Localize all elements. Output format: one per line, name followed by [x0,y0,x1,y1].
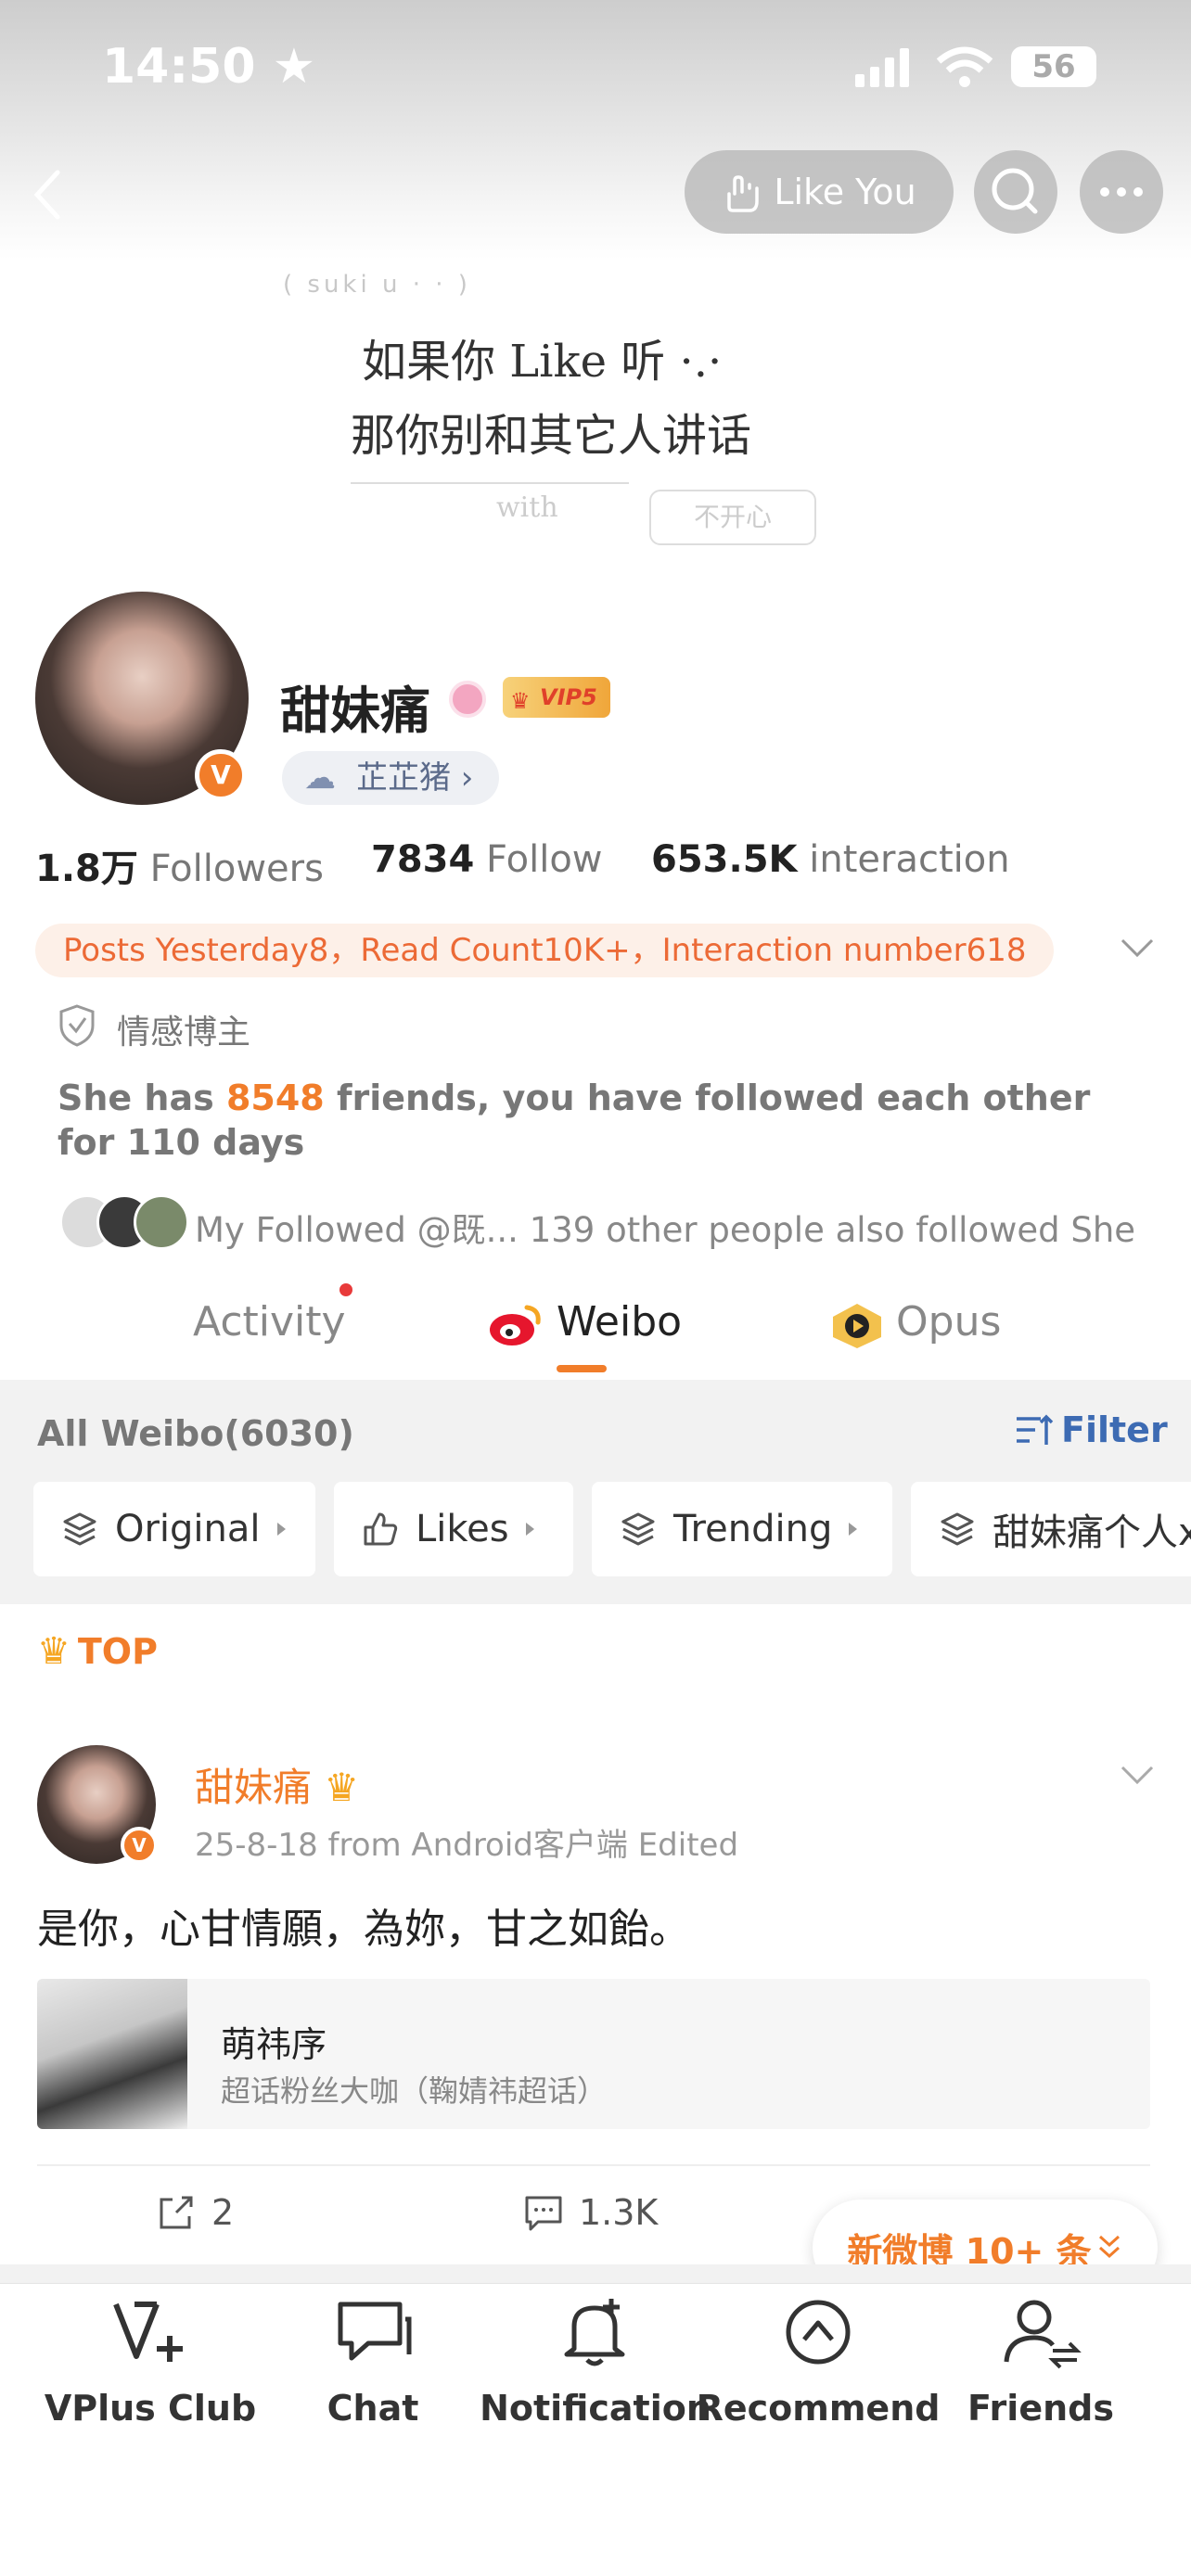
chip-personal[interactable]: 甜妹痛个人x [911,1482,1191,1576]
profile-banner: ( suki u · · ) 如果你 Like 听 ·.· 那你别和其它人讲话 … [0,260,1191,566]
expand-chevron-icon[interactable] [1119,935,1156,966]
repost-button[interactable]: 2 [156,2192,234,2233]
search-icon [992,168,1038,214]
notification-dot [339,1283,352,1296]
crown-icon: ♛ [510,688,531,714]
nav-notification[interactable]: Notification [475,2295,716,2429]
back-icon[interactable] [28,167,65,226]
chat-icon [338,2302,412,2361]
friend-avatar [134,1194,189,1250]
chip-trending[interactable]: Trending [592,1482,892,1576]
vplus-icon [113,2302,183,2362]
layers-icon [63,1512,96,1546]
status-time: 14:50 ★ [102,39,316,95]
crown-icon: ♛ [37,1630,70,1673]
double-chevron-down-icon [1098,2235,1120,2259]
search-button[interactable] [974,150,1057,234]
hand-icon [727,175,760,212]
stat-interaction[interactable]: 653.5K interaction [651,838,1010,881]
profile-category: 情感博主 [117,1014,251,1052]
signal-icon [855,46,920,91]
like-you-button[interactable]: Like You [685,150,954,234]
cloud-icon: ☁ [304,759,336,797]
mutual-followers[interactable]: My Followed @既... 139 other people also … [195,1202,1135,1252]
comment-icon [525,2196,562,2231]
active-tab-indicator [557,1365,607,1372]
shield-icon [58,1003,96,1052]
pinned-label: ♛ TOP [37,1630,158,1673]
more-icon [1100,187,1143,197]
verified-badge: V [121,1827,158,1864]
profile-page: 14:50 ★ 56 Like You ( suki u · · ) 如果你 L… [0,0,1191,2576]
post-meta: 25-8-18 from Android客户端 Edited [195,1827,739,1864]
layers-icon [941,1512,974,1546]
chip-likes[interactable]: Likes [334,1482,573,1576]
filter-icon [1017,1414,1054,1445]
linked-card[interactable]: 萌祎序 超话粉丝大咖（鞠婧祎超话） [37,1979,1150,2129]
friends-icon [1004,2300,1082,2369]
stat-followers[interactable]: 1.8万 Followers [35,838,324,892]
vip-badge[interactable]: ♛ VIP5 [503,677,610,718]
opus-icon [833,1304,881,1348]
filter-button[interactable]: Filter [1013,1409,1168,1450]
female-icon [449,681,486,718]
nav-friends[interactable]: Friends [920,2295,1161,2429]
share-icon [160,2196,193,2229]
nav-vplus-club[interactable]: VPlus Club [30,2295,271,2429]
post-text: 是你，心甘情願，為妳，甘之如飴。 [37,1906,690,1953]
compass-icon [786,2300,851,2365]
battery-icon: 56 [1011,46,1096,87]
weibo-logo-icon [490,1305,541,1345]
post-menu-chevron-icon[interactable] [1119,1762,1156,1793]
profile-name: 甜妹痛 [280,682,430,740]
verified-badge: V [195,749,247,801]
chip-original[interactable]: Original [33,1482,315,1576]
user-tag[interactable]: ☁ 芷芷猪 › [282,751,500,805]
all-weibo-count: All Weibo(6030) [37,1413,354,1454]
tab-activity[interactable]: Activity [193,1298,346,1345]
card-title: 萌祎序 [221,2024,327,2065]
crown-icon: ♛ [324,1765,360,1810]
nav-chat[interactable]: Chat [252,2295,493,2429]
layers-icon [621,1512,655,1546]
more-button[interactable] [1080,150,1163,234]
card-subtitle: 超话粉丝大咖（鞠婧祎超话） [221,2073,608,2109]
nav-recommend[interactable]: Recommend [697,2295,940,2429]
friends-info: She has 8548 friends, you have followed … [58,1078,1091,1163]
stat-follow[interactable]: 7834 Follow [371,838,603,881]
thumbs-up-icon [364,1512,398,1546]
wifi-icon [935,45,994,93]
daily-stats-highlight[interactable]: Posts Yesterday8，Read Count10K+，Interact… [35,924,1055,977]
card-thumbnail [37,1979,187,2129]
comment-button[interactable]: 1.3K [523,2192,658,2233]
post-author-name[interactable]: 甜妹痛 ♛ [195,1756,359,1813]
bell-icon [564,2299,625,2366]
